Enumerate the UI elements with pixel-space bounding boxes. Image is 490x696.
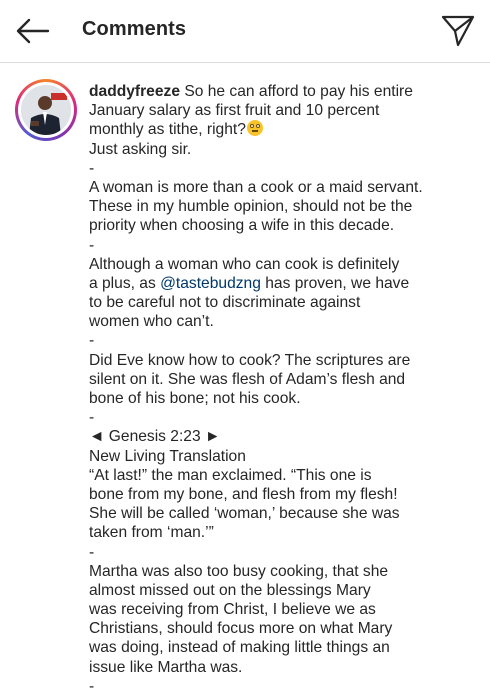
page-title: Comments bbox=[82, 18, 187, 40]
comment-username[interactable]: daddyfreeze bbox=[89, 83, 180, 100]
comment-text: was receiving from Christ, I believe we … bbox=[89, 601, 376, 619]
comment-text: has proven, we have bbox=[265, 274, 410, 292]
profile-photo-icon bbox=[21, 85, 71, 135]
separator-dash: - bbox=[89, 332, 95, 350]
app-header: Comments bbox=[0, 0, 490, 63]
comment-text: Just asking sir. bbox=[89, 140, 192, 158]
comment-text: to be careful not to discriminate agains… bbox=[89, 294, 361, 312]
separator-dash: - bbox=[89, 409, 95, 427]
comment-text: issue like Martha was. bbox=[89, 658, 243, 676]
comment-text: bone of his bone; not his cook. bbox=[89, 390, 301, 407]
comment-text: a plus, as bbox=[89, 274, 156, 292]
scripture-quote: “At last!” the man exclaimed. “This one … bbox=[89, 466, 372, 484]
scripture-quote: bone from my bone, and flesh from my fle… bbox=[89, 485, 398, 503]
face-with-rolling-eyes-emoji bbox=[246, 120, 263, 137]
comment-text: almost missed out on the blessings Mary bbox=[89, 581, 371, 599]
comment-text: women who can’t. bbox=[89, 313, 214, 331]
comment-text: Although a woman who can cook is definit… bbox=[89, 255, 400, 273]
separator-dash: - bbox=[89, 236, 95, 254]
comment-text: So he can afford to pay his entire bbox=[184, 83, 413, 100]
paper-plane-icon bbox=[441, 15, 475, 47]
avatar[interactable] bbox=[21, 85, 71, 135]
comment-text: Martha was also too busy cooking, that s… bbox=[89, 562, 389, 580]
comment-text: January salary as first fruit and 10 per… bbox=[89, 102, 380, 120]
avatar-story-ring[interactable] bbox=[15, 79, 77, 141]
comment-text: These in my humble opinion, should not b… bbox=[89, 198, 413, 216]
share-button[interactable] bbox=[438, 11, 478, 51]
comment-text: Did Eve know how to cook? The scriptures… bbox=[89, 351, 411, 369]
back-button[interactable] bbox=[12, 13, 52, 49]
scripture-quote: She will be called ‘woman,’ because she … bbox=[89, 505, 400, 523]
arrow-left-icon bbox=[16, 18, 50, 44]
comment-text: monthly as tithe, right? bbox=[89, 121, 246, 139]
mention-link[interactable]: @tastebudzng bbox=[160, 275, 261, 292]
comment-text: A woman is more than a cook or a maid se… bbox=[89, 178, 423, 196]
comment-text: priority when choosing a wife in this de… bbox=[89, 217, 395, 235]
comment-text: Christians, should focus more on what Ma… bbox=[89, 620, 393, 638]
separator-dash: - bbox=[89, 543, 95, 561]
scripture-quote: taken from ‘man.’” bbox=[89, 524, 214, 542]
separator-dash: - bbox=[89, 159, 95, 177]
separator-dash: - bbox=[89, 677, 95, 695]
comment-body: daddyfreeze So he can afford to pay his … bbox=[89, 82, 459, 696]
scripture-translation: New Living Translation bbox=[89, 447, 246, 465]
comment-text: silent on it. She was flesh of Adam’s fl… bbox=[89, 370, 406, 388]
scripture-reference: ◄ Genesis 2:23 ► bbox=[89, 428, 221, 446]
comment-text: was doing, instead of making little thin… bbox=[89, 639, 390, 657]
